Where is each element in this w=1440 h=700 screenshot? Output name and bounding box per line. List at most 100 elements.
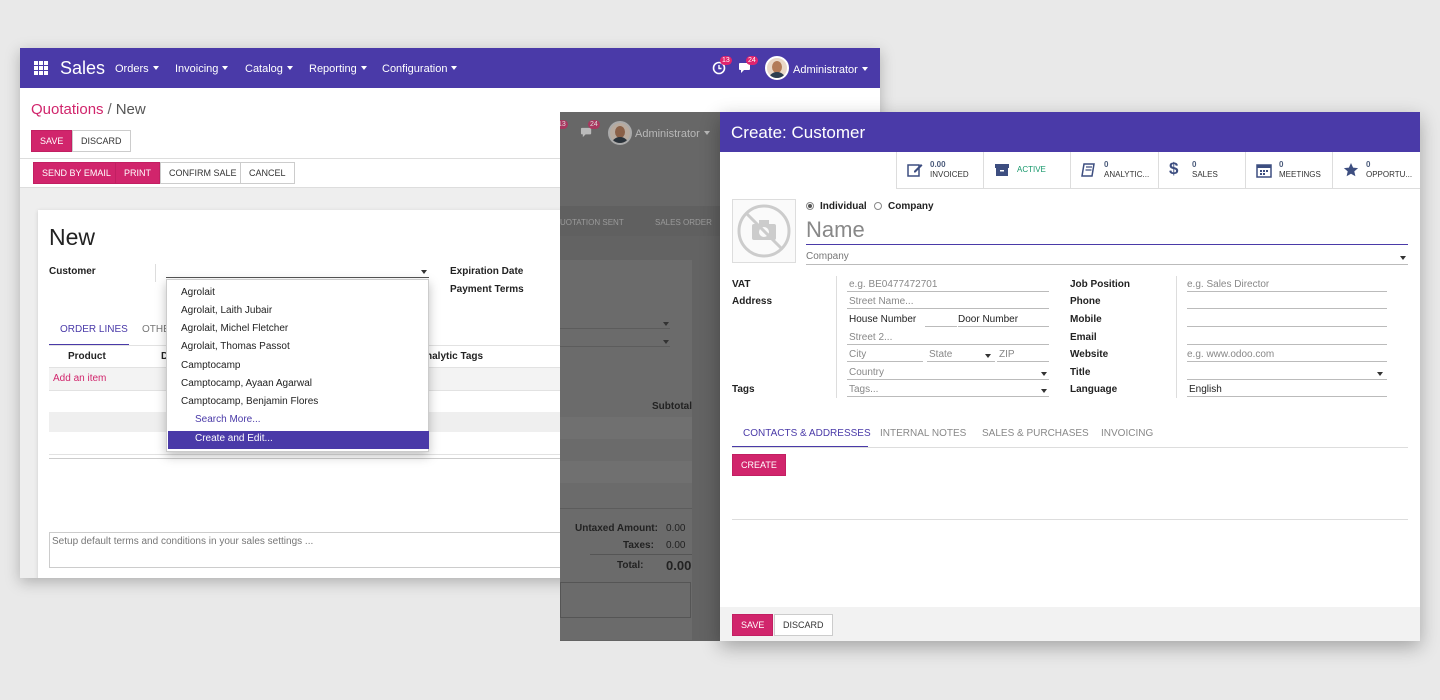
individual-radio[interactable] [806,202,814,210]
app-brand[interactable]: Sales [60,58,105,79]
dropdown-option[interactable]: Agrolait, Thomas Passot [181,341,290,352]
menu-configuration[interactable]: Configuration [382,63,457,75]
menu-orders[interactable]: Orders [115,63,159,75]
language-select[interactable]: English [1189,384,1222,395]
column-product: Product [68,351,106,362]
zip-input[interactable]: ZIP [999,349,1015,360]
invoiced-smart-button[interactable]: 0.00 INVOICED [896,152,983,188]
opportunities-label: OPPORTU... [1366,170,1413,179]
discard-button[interactable]: DISCARD [72,130,131,152]
email-label: Email [1070,332,1097,343]
archive-icon [995,164,1009,176]
stage-quotation-sent: UOTATION SENT [560,218,624,227]
input-underline [1187,379,1387,380]
phone-label: Phone [1070,296,1101,307]
contact-photo[interactable] [732,199,796,263]
input-underline [847,291,1049,292]
user-menu[interactable]: Administrator [793,64,868,76]
active-toggle-button[interactable]: ACTIVE [983,152,1070,188]
country-select[interactable]: Country [849,367,1049,379]
analytic-smart-button[interactable]: 0 ANALYTIC... [1070,152,1158,188]
invoiced-value: 0.00 [930,160,946,169]
dropdown-option[interactable]: Camptocamp [181,360,240,371]
dropdown-option[interactable]: Agrolait, Laith Jubair [181,305,272,316]
address-label: Address [732,296,773,307]
dialog-header: Create: Customer [720,112,1420,152]
analytic-label: ANALYTIC... [1104,170,1150,179]
active-label: ACTIVE [1017,165,1046,174]
job-position-input[interactable]: e.g. Sales Director [1187,279,1269,290]
untaxed-amount-value: 0.00 [666,523,686,534]
tab-order-lines[interactable]: ORDER LINES [60,324,128,335]
search-more-option[interactable]: Search More... [195,414,261,425]
create-contact-button[interactable]: CREATE [732,454,786,476]
cancel-button[interactable]: CANCEL [240,162,295,184]
tab-sales-purchases[interactable]: SALES & PURCHASES [982,428,1089,439]
city-input[interactable]: City [849,349,866,360]
apps-grid-icon[interactable] [34,61,48,75]
vat-input[interactable]: e.g. BE0477472701 [849,279,937,290]
dropdown-option[interactable]: Agrolait [181,287,215,298]
tab-contacts-addresses[interactable]: CONTACTS & ADDRESSES [743,428,871,439]
menu-reporting[interactable]: Reporting [309,63,367,75]
menu-catalog[interactable]: Catalog [245,63,293,75]
street-input[interactable]: Street Name... [849,296,913,307]
confirm-sale-button[interactable]: CONFIRM SALE [160,162,246,184]
door-number-input[interactable] [958,326,1049,327]
dropdown-option[interactable]: Agrolait, Michel Fletcher [181,323,288,334]
user-avatar[interactable] [765,56,789,80]
taxes-label: Taxes: [623,540,654,551]
dropdown-option[interactable]: Camptocamp, Ayaan Agarwal [181,378,312,389]
dialog-save-button[interactable]: SAVE [732,614,774,636]
company-type-label: Company [888,201,934,212]
expiration-date-label: Expiration Date [450,266,524,277]
tab-internal-notes[interactable]: INTERNAL NOTES [880,428,966,439]
breadcrumb-current: New [115,101,146,118]
company-radio[interactable] [874,202,882,210]
add-item-link[interactable]: Add an item [53,373,106,384]
send-by-email-button[interactable]: SEND BY EMAIL [33,162,120,184]
meetings-smart-button[interactable]: 0 MEETINGS [1245,152,1332,188]
tags-input[interactable]: Tags... [849,384,1049,396]
name-input[interactable]: Name [806,217,1408,245]
breadcrumb-quotations[interactable]: Quotations [31,101,104,118]
phone-input[interactable] [1187,308,1387,309]
customer-input[interactable] [166,265,429,278]
mobile-input[interactable] [1187,326,1387,327]
dropdown-option[interactable]: Camptocamp, Benjamin Flores [181,396,318,407]
street2-input[interactable]: Street 2... [849,332,892,343]
input-underline [1187,361,1387,362]
total-label: Total: [617,560,644,571]
create-and-edit-label: Create and Edit... [195,433,273,444]
terms-textarea[interactable]: Setup default terms and conditions in yo… [49,532,649,568]
opportunities-smart-button[interactable]: 0 OPPORTU... [1332,152,1420,188]
input-underline [847,396,1049,397]
modal-backdrop[interactable]: 13 24 Administrator UOTATION SENT SALES … [560,112,720,641]
field-divider [1176,276,1177,398]
state-select[interactable]: State [929,349,993,361]
row-dimmed [560,417,692,439]
house-number-input[interactable] [925,326,957,327]
activity-button[interactable]: 13 [712,56,732,77]
user-menu-dimmed: Administrator [635,128,710,140]
input-underline [927,361,995,362]
website-input[interactable]: e.g. www.odoo.com [1187,349,1274,360]
title-select[interactable] [1187,367,1385,379]
create-and-edit-option[interactable]: Create and Edit... [168,431,429,449]
smart-button-box: 0.00 INVOICED ACTIVE 0 ANALYTIC... $ 0 S… [896,152,1420,189]
dialog-discard-button[interactable]: DISCARD [774,614,833,636]
row-dimmed [560,461,692,483]
tags-label: Tags [732,384,755,395]
print-button[interactable]: PRINT [115,162,160,184]
camera-icon [737,204,791,258]
messages-button-dimmed: 24 [580,120,600,140]
door-number-label: Door Number [958,314,1019,325]
save-button[interactable]: SAVE [31,130,73,152]
messages-button[interactable]: 24 [738,56,758,77]
menu-invoicing[interactable]: Invoicing [175,63,228,75]
sales-smart-button[interactable]: $ 0 SALES [1158,152,1245,188]
company-select[interactable]: Company [806,251,1408,265]
email-input[interactable] [1187,344,1387,345]
input-underline [847,308,1049,309]
tab-invoicing[interactable]: INVOICING [1101,428,1153,439]
